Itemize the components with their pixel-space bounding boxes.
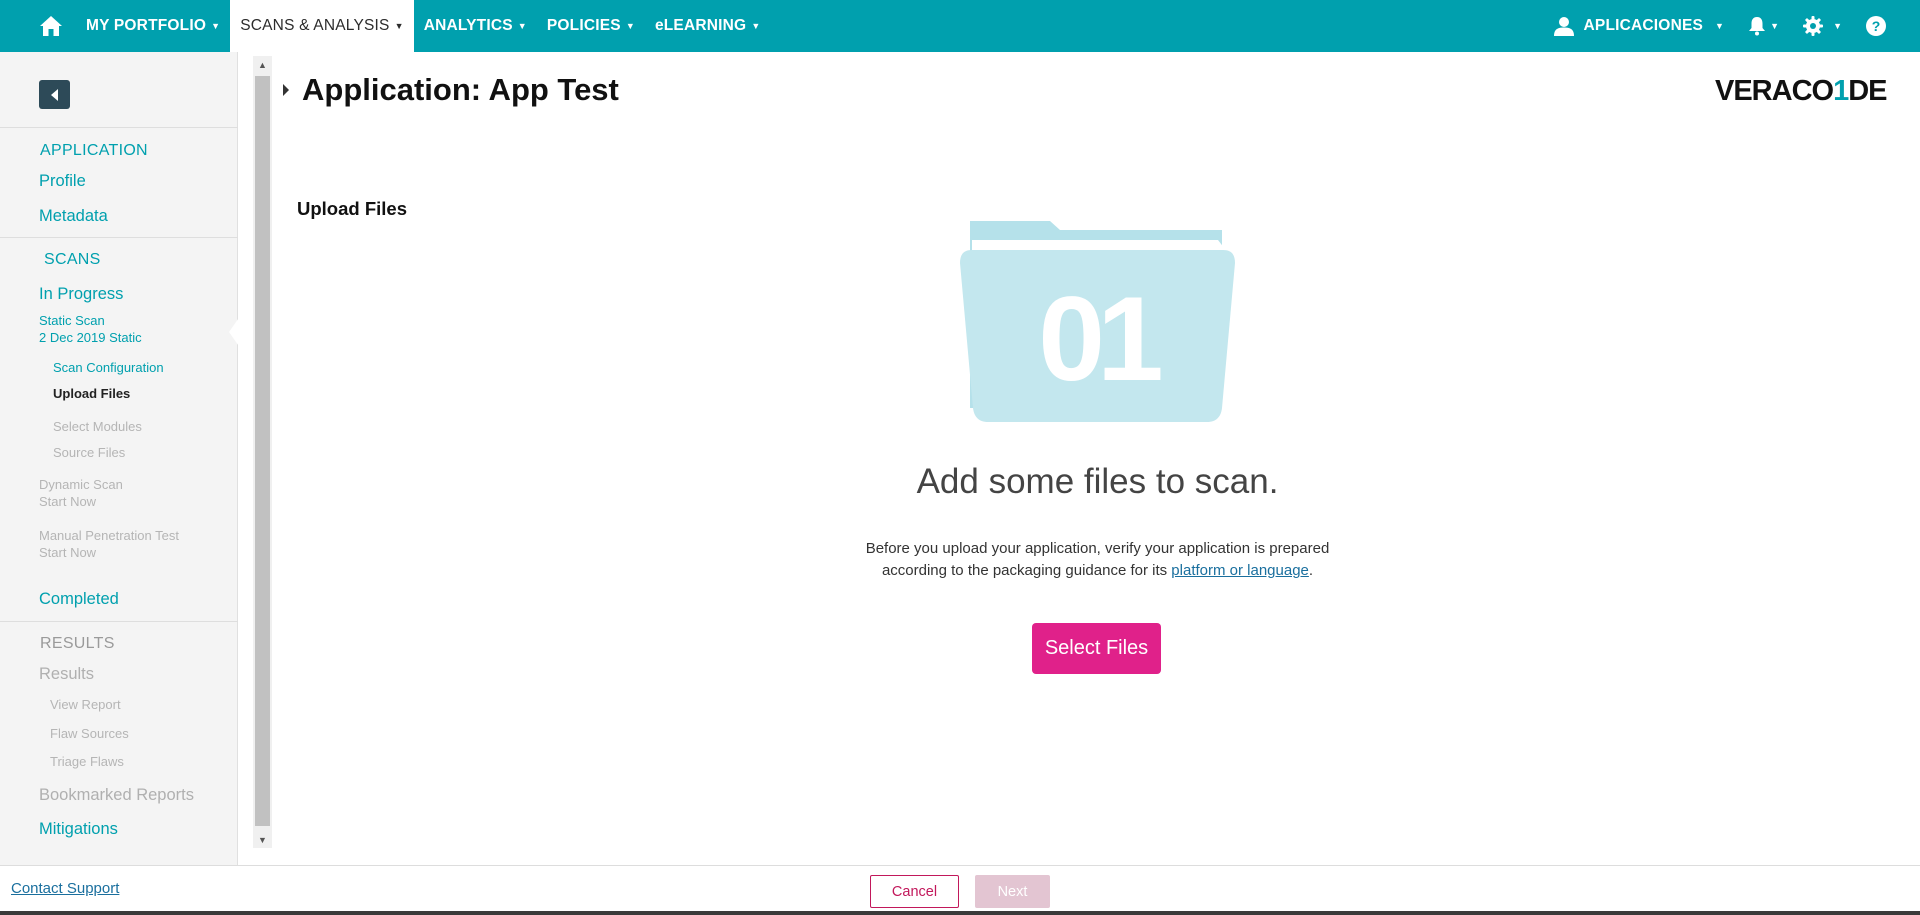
scroll-up-arrow-icon[interactable]: ▲ <box>253 56 272 73</box>
chevron-down-icon: ▼ <box>751 21 761 31</box>
sidebar-item-metadata[interactable]: Metadata <box>39 207 108 226</box>
chevron-down-icon: ▼ <box>517 21 527 31</box>
chevron-down-icon: ▼ <box>211 21 221 31</box>
select-files-button[interactable]: Select Files <box>1032 623 1161 674</box>
veracode-logo: VERACO1DE <box>1715 75 1888 108</box>
sidebar-item-completed[interactable]: Completed <box>39 590 119 609</box>
manual-test-status: Start Now <box>39 545 97 560</box>
sidebar-item-profile[interactable]: Profile <box>39 172 86 191</box>
sidebar-heading-application: APPLICATION <box>40 142 148 159</box>
expand-details-icon[interactable] <box>283 84 289 96</box>
chevron-down-icon: ▼ <box>1770 21 1780 31</box>
scroll-down-arrow-icon[interactable]: ▼ <box>253 831 272 848</box>
bell-icon <box>1749 17 1766 36</box>
sidebar-step-scan-configuration[interactable]: Scan Configuration <box>53 360 164 375</box>
user-icon <box>1553 17 1574 36</box>
next-button: Next <box>975 875 1050 908</box>
static-scan-title[interactable]: Static Scan <box>39 312 105 329</box>
chevron-down-icon: ▼ <box>394 21 404 31</box>
sidebar-heading-results: RESULTS <box>40 635 115 652</box>
section-heading: Upload Files <box>297 198 407 219</box>
notifications-button[interactable]: ▼ <box>1736 16 1791 36</box>
nav-analytics-label: ANALYTICS <box>423 17 513 34</box>
sidebar-item-mitigations[interactable]: Mitigations <box>39 820 118 839</box>
sidebar-item-in-progress[interactable]: In Progress <box>39 285 123 304</box>
user-menu-label: APLICACIONES <box>1583 17 1704 34</box>
page-title: Application: App Test <box>302 72 619 107</box>
nav-right-group: APLICACIONES ▼ ▼ ▼ ? <box>1542 0 1920 52</box>
sidebar-item-results: Results <box>39 665 95 683</box>
help-line-1: Before you upload your application, veri… <box>865 540 1330 557</box>
empty-state-title: Add some files to scan. <box>916 462 1279 501</box>
nav-analytics[interactable]: ANALYTICS ▼ <box>414 0 537 52</box>
sidebar-step-select-modules: Select Modules <box>53 419 142 434</box>
sidebar-item-bookmarked-reports: Bookmarked Reports <box>39 786 194 804</box>
nav-policies-label: POLICIES <box>546 17 621 34</box>
nav-policies[interactable]: POLICIES ▼ <box>537 0 645 52</box>
home-icon <box>40 16 62 36</box>
nav-my-portfolio[interactable]: MY PORTFOLIO ▼ <box>76 0 230 52</box>
sidebar-divider <box>0 621 238 622</box>
sidebar-divider <box>0 127 238 128</box>
active-step-pointer <box>229 312 243 352</box>
cancel-button[interactable]: Cancel <box>870 875 959 908</box>
chevron-down-icon: ▼ <box>1833 21 1842 31</box>
chevron-down-icon: ▼ <box>625 21 635 31</box>
nav-elearning-label: eLEARNING <box>654 17 747 34</box>
sidebar-step-source-files: Source Files <box>53 445 126 460</box>
sidebar-item-view-report: View Report <box>50 697 121 712</box>
collapse-sidebar-button[interactable] <box>39 80 70 109</box>
sidebar-item-flaw-sources: Flaw Sources <box>50 726 129 741</box>
help-icon: ? <box>1866 16 1886 36</box>
folder-glyph: 01 <box>1038 272 1161 406</box>
sidebar-step-upload-files[interactable]: Upload Files <box>53 386 130 401</box>
top-navigation-bar: MY PORTFOLIO ▼ SCANS & ANALYSIS ▼ ANALYT… <box>0 0 1920 52</box>
sidebar: APPLICATION Profile Metadata SCANS In Pr… <box>0 52 238 865</box>
nav-elearning[interactable]: eLEARNING ▼ <box>645 0 770 52</box>
user-menu[interactable]: APLICACIONES ▼ <box>1542 16 1737 36</box>
packaging-guidance-text: Before you upload your application, veri… <box>860 538 1335 582</box>
sidebar-divider <box>0 237 238 238</box>
help-button[interactable]: ? <box>1854 16 1898 36</box>
platform-language-link[interactable]: platform or language <box>1171 562 1309 579</box>
footer-bar: Contact Support Cancel Next <box>0 865 1920 915</box>
contact-support-link[interactable]: Contact Support <box>11 880 119 897</box>
help-line-2: according to the packaging guidance for … <box>881 562 1172 579</box>
nav-scans-analysis-label: SCANS & ANALYSIS <box>240 17 390 34</box>
vertical-scrollbar[interactable]: ▲ ▼ <box>253 56 272 848</box>
svg-text:?: ? <box>1872 18 1881 34</box>
chevron-down-icon: ▼ <box>1715 21 1725 31</box>
help-end: . <box>1308 562 1314 579</box>
sidebar-item-triage-flaws: Triage Flaws <box>50 754 124 769</box>
settings-button[interactable]: ▼ <box>1791 16 1854 36</box>
nav-my-portfolio-label: MY PORTFOLIO <box>86 17 207 34</box>
nav-scans-analysis[interactable]: SCANS & ANALYSIS ▼ <box>230 0 414 52</box>
folder-icon: 01 <box>960 221 1235 422</box>
gear-icon <box>1803 16 1824 36</box>
static-scan-date: 2 Dec 2019 Static <box>39 330 142 345</box>
logo-text: VERACO1DE <box>1715 75 1888 107</box>
chevron-left-icon <box>50 88 58 101</box>
manual-test-title: Manual Penetration Test <box>39 528 179 543</box>
scrollbar-thumb[interactable] <box>255 76 270 826</box>
window-bottom-edge <box>0 911 1920 915</box>
home-button[interactable] <box>26 0 76 52</box>
sidebar-heading-scans: SCANS <box>44 251 101 268</box>
